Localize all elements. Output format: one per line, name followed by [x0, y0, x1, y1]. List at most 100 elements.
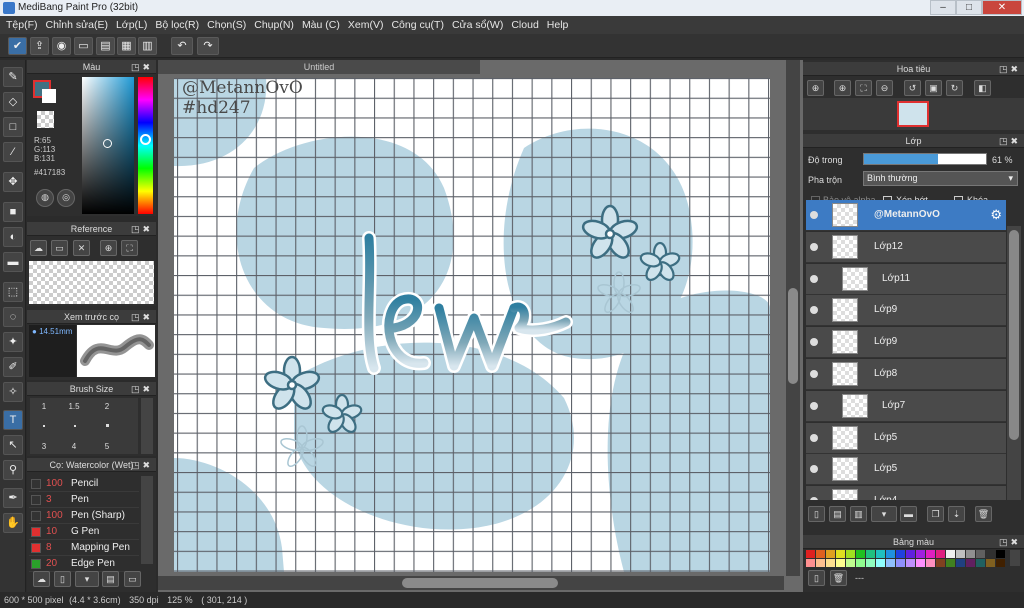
- select-tool-icon[interactable]: ⬚: [3, 282, 23, 302]
- menu-item[interactable]: Chỉnh sửa(E): [46, 19, 116, 31]
- eraser-tool-icon[interactable]: ◇: [3, 92, 23, 112]
- brush-add-icon[interactable]: ▾: [75, 571, 99, 587]
- brush-size-option[interactable]: 4: [60, 442, 88, 458]
- palette-swatch[interactable]: [816, 550, 826, 558]
- blend-mode-select[interactable]: Bình thường ▾: [863, 171, 1018, 186]
- horizontal-scroll-thumb[interactable]: [402, 578, 558, 588]
- palette-swatch[interactable]: [806, 559, 816, 567]
- brush-cloud-icon[interactable]: ☁: [33, 571, 50, 587]
- antialias-icon[interactable]: ✔: [8, 37, 27, 55]
- eye-icon[interactable]: [810, 306, 818, 315]
- vertical-scroll-thumb[interactable]: [788, 288, 798, 384]
- palette-scrollbar[interactable]: [1010, 550, 1020, 566]
- palette-swatch[interactable]: [936, 550, 946, 558]
- add-layer-dropdown-icon[interactable]: ▾: [871, 506, 897, 522]
- nav-fullscreen-icon[interactable]: ▣: [925, 80, 942, 96]
- grid-icon[interactable]: ▦: [117, 37, 136, 55]
- nav-zoom-icon[interactable]: ⊕: [834, 80, 851, 96]
- menu-item[interactable]: Chụp(N): [254, 19, 302, 31]
- palette-swatch[interactable]: [976, 559, 986, 567]
- canvas[interactable]: @MetannOvO #hd247 lew: [174, 78, 770, 572]
- palette-swatch[interactable]: [906, 550, 916, 558]
- color-mix-icon[interactable]: ◎: [57, 189, 75, 207]
- panel-controls-icon[interactable]: ◳✖: [999, 134, 1021, 148]
- magic-wand-tool-icon[interactable]: ✦: [3, 332, 23, 352]
- navigator-thumbnail[interactable]: [897, 101, 929, 127]
- layer-row[interactable]: Lớp4: [806, 486, 1006, 500]
- brush-item[interactable]: 10 G Pen: [29, 524, 139, 540]
- palette-swatch[interactable]: [866, 550, 876, 558]
- layer-row[interactable]: Lớp9: [806, 295, 1006, 327]
- rectangle-tool-icon[interactable]: □: [3, 117, 23, 137]
- brush-item[interactable]: 3 Pen: [29, 492, 139, 508]
- palette-swatch[interactable]: [966, 550, 976, 558]
- text-tool-icon[interactable]: T: [3, 410, 23, 430]
- palette-swatch[interactable]: [876, 559, 886, 567]
- reference-cloud-icon[interactable]: ☁: [30, 240, 47, 256]
- palette-swatch[interactable]: [986, 550, 996, 558]
- layer-scroll-thumb[interactable]: [1009, 230, 1019, 440]
- panel-controls-icon[interactable]: ◳✖: [999, 62, 1021, 76]
- menu-item[interactable]: Công cụ(T): [391, 19, 452, 31]
- nav-zoom-in-icon[interactable]: ⊕: [807, 80, 824, 96]
- palette-swatch[interactable]: [926, 550, 936, 558]
- palette-swatch[interactable]: [996, 559, 1006, 567]
- palette-swatch[interactable]: [986, 559, 996, 567]
- new-layer-icon[interactable]: ▯: [808, 506, 825, 522]
- opacity-slider[interactable]: [863, 153, 987, 165]
- color-picker-cursor[interactable]: [103, 139, 112, 148]
- palette-swatch[interactable]: [966, 559, 976, 567]
- hue-slider[interactable]: [138, 77, 153, 214]
- brush-item[interactable]: 100 Pencil: [29, 476, 139, 492]
- nav-zoom-out-icon[interactable]: ⊖: [876, 80, 893, 96]
- eye-icon[interactable]: [810, 370, 818, 378]
- palette-swatch[interactable]: [826, 550, 836, 558]
- select-pen-tool-icon[interactable]: ✐: [3, 357, 23, 377]
- eye-icon[interactable]: [810, 401, 818, 410]
- palette-swatch[interactable]: [926, 559, 936, 567]
- redo-icon[interactable]: ↷: [197, 37, 219, 55]
- nav-rotate-left-icon[interactable]: ↺: [904, 80, 921, 96]
- eye-icon[interactable]: [810, 274, 818, 283]
- reference-close-icon[interactable]: ✕: [73, 240, 90, 256]
- palette-swatch[interactable]: [956, 559, 966, 567]
- layer-row[interactable]: Lớp8: [806, 359, 1006, 390]
- layer-row[interactable]: Lớp9: [806, 327, 1006, 359]
- palette-swatch[interactable]: [806, 550, 816, 558]
- palette-swatch[interactable]: [956, 550, 966, 558]
- eye-icon[interactable]: [810, 497, 818, 500]
- operation-tool-icon[interactable]: ↖: [3, 435, 23, 455]
- export-icon[interactable]: ⇪: [30, 37, 49, 55]
- palette-new-icon[interactable]: ▯: [808, 570, 825, 586]
- panel-controls-icon[interactable]: ◳✖: [999, 535, 1021, 549]
- menu-item[interactable]: Tệp(F): [6, 19, 46, 31]
- palette-swatch[interactable]: [846, 559, 856, 567]
- gradient-tool-icon[interactable]: ▬: [3, 252, 23, 272]
- palette-swatch[interactable]: [876, 550, 886, 558]
- pen-tool-icon[interactable]: ✒: [3, 488, 23, 508]
- background-color-swatch[interactable]: [42, 89, 56, 103]
- brush-copy-icon[interactable]: ▤: [102, 571, 119, 587]
- eye-icon[interactable]: [810, 433, 818, 442]
- palette-swatch[interactable]: [816, 559, 826, 567]
- move-tool-icon[interactable]: ✥: [3, 172, 23, 192]
- nav-flip-icon[interactable]: ◧: [974, 80, 991, 96]
- brush-size-scrollbar[interactable]: [141, 398, 153, 454]
- eyedropper-tool-icon[interactable]: ⚲: [3, 460, 23, 480]
- brush-tool-icon[interactable]: ✎: [3, 67, 23, 87]
- merge-layer-icon[interactable]: ⇣: [948, 506, 965, 522]
- gear-icon[interactable]: ⚙: [990, 207, 1002, 223]
- layer-row[interactable]: @MetannOvO ⚙: [806, 200, 1006, 231]
- brush-list-scrollbar[interactable]: [141, 476, 153, 564]
- palette-swatch[interactable]: [906, 559, 916, 567]
- palette-swatch[interactable]: [996, 550, 1006, 558]
- palette-delete-icon[interactable]: 🗑: [830, 570, 847, 586]
- panel-controls-icon[interactable]: ◳✖: [131, 222, 153, 236]
- menu-item[interactable]: Cloud: [511, 19, 546, 31]
- palette-swatch[interactable]: [896, 550, 906, 558]
- brush-size-option[interactable]: 1: [30, 402, 58, 418]
- brush-item[interactable]: 100 Pen (Sharp): [29, 508, 139, 524]
- panel-controls-icon[interactable]: ◳✖: [131, 310, 153, 324]
- fill-rect-tool-icon[interactable]: ■: [3, 202, 23, 222]
- layer-row[interactable]: Lớp11: [806, 263, 1006, 295]
